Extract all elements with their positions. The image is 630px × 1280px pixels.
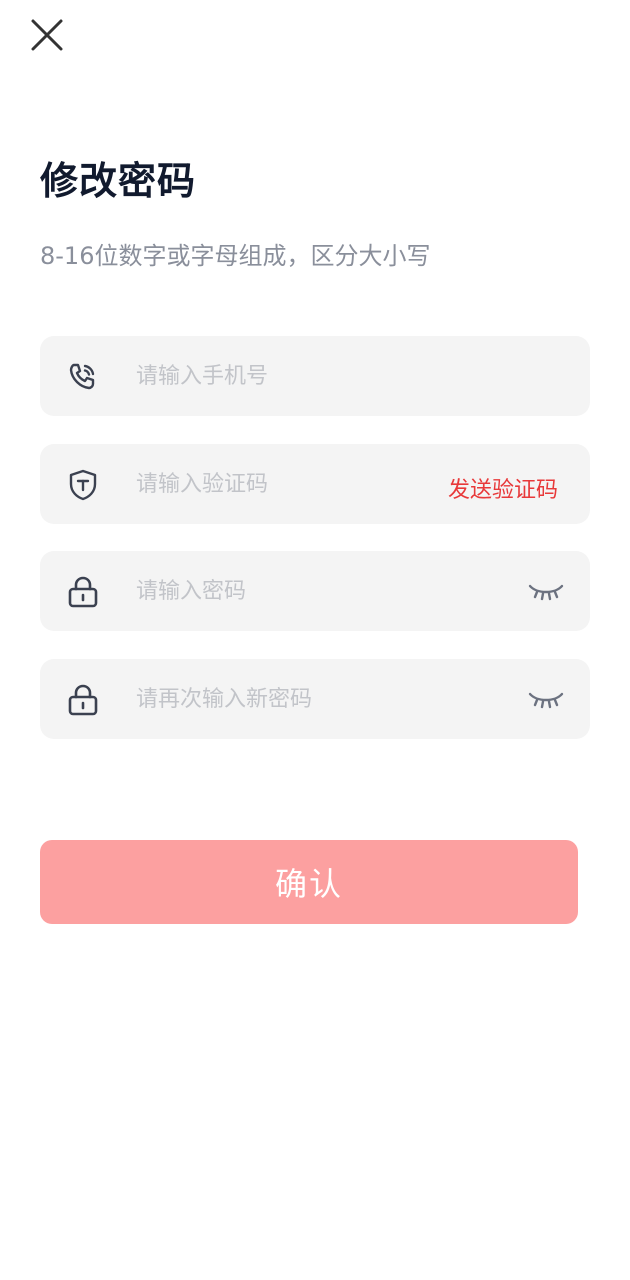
phone-field (40, 336, 590, 416)
confirm-password-field (40, 659, 590, 739)
password-field (40, 551, 590, 631)
verification-code-input[interactable] (136, 464, 426, 504)
password-visibility-toggle[interactable] (526, 575, 566, 609)
phone-input[interactable] (136, 356, 426, 396)
page-title: 修改密码 (40, 159, 197, 203)
confirm-button[interactable]: 确认 (40, 840, 578, 924)
lock-icon (66, 683, 100, 717)
close-icon (31, 19, 63, 51)
eye-closed-icon (528, 692, 564, 709)
shield-icon (66, 468, 100, 502)
close-button[interactable] (28, 16, 66, 54)
phone-icon (66, 360, 100, 394)
confirm-password-input[interactable] (136, 679, 426, 719)
page-subtitle: 8-16位数字或字母组成，区分大小写 (40, 242, 431, 270)
lock-icon (66, 575, 100, 609)
confirm-password-visibility-toggle[interactable] (526, 683, 566, 717)
password-input[interactable] (136, 571, 426, 611)
change-password-page: 修改密码 8-16位数字或字母组成，区分大小写 发送验证码 (0, 0, 630, 1280)
send-code-button[interactable]: 发送验证码 (448, 472, 558, 504)
verification-code-field: 发送验证码 (40, 444, 590, 524)
eye-closed-icon (528, 584, 564, 601)
